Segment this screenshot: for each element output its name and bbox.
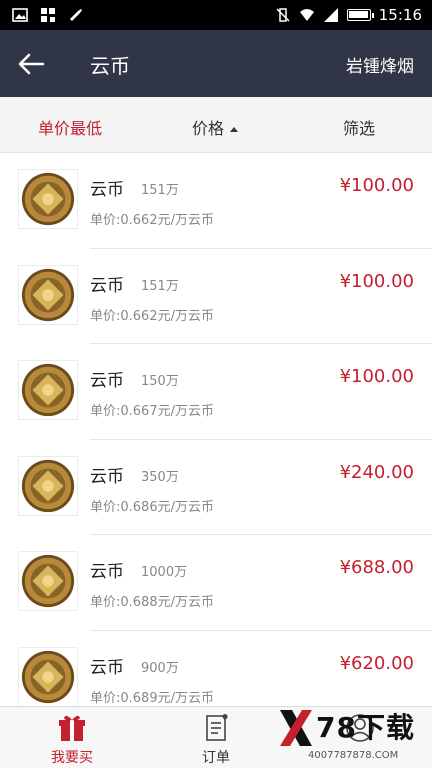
- sort-bar: 单价最低 价格 筛选: [0, 97, 432, 153]
- coin-icon: [18, 169, 78, 229]
- item-unit-price: 单价:0.667元/万云币: [90, 404, 214, 419]
- image-notification-icon: [12, 8, 28, 22]
- item-unit-price: 单价:0.662元/万云币: [90, 213, 214, 228]
- item-name: 云币: [90, 275, 124, 296]
- watermark-phone: 4007787878.COM: [308, 750, 399, 761]
- item-quantity: 350万: [141, 469, 179, 485]
- watermark-brand: 78下载: [316, 711, 415, 744]
- item-price: ¥100.00: [339, 366, 414, 387]
- order-list-icon: [206, 714, 228, 741]
- tool-icon: [70, 9, 82, 21]
- coin-icon: [18, 551, 78, 611]
- tab-buy-label: 我要买: [51, 750, 93, 766]
- wifi-icon: [299, 9, 314, 21]
- x-logo-icon: [280, 710, 312, 746]
- qr-code-icon: [41, 8, 55, 22]
- sort-lowest-unit-price[interactable]: 单价最低: [38, 115, 102, 139]
- list-item[interactable]: 云币 350万 ¥240.00 单价:0.686元/万云币: [0, 440, 432, 535]
- item-price: ¥100.00: [339, 175, 414, 196]
- item-unit-price: 单价:0.686元/万云币: [90, 499, 214, 515]
- item-quantity: 151万: [141, 278, 179, 294]
- coin-icon: [18, 264, 78, 325]
- status-bar: 15:16: [0, 0, 432, 30]
- status-time: 15:16: [378, 6, 422, 24]
- vibrate-off-icon: [276, 8, 290, 22]
- list-item[interactable]: 云币 1000万 ¥688.00 单价:0.688元/万云币: [0, 535, 432, 631]
- list-item[interactable]: 云币 151万 ¥100.00 单价:0.662元/万云币: [0, 249, 432, 344]
- page-title: 云币: [90, 54, 130, 78]
- gift-icon: [59, 715, 85, 741]
- list-item[interactable]: 云币 150万 ¥100.00 单价:0.667元/万云币: [0, 344, 432, 440]
- item-unit-price: 单价:0.662元/万云币: [90, 308, 214, 324]
- coin-icon: [18, 360, 78, 420]
- tab-buy[interactable]: 我要买: [0, 707, 144, 768]
- item-quantity: 900万: [141, 660, 179, 676]
- listing: 云币 151万 ¥100.00 单价:0.662元/万云币 云币 151万 ¥1…: [0, 153, 432, 706]
- battery-icon: [346, 9, 374, 21]
- item-quantity: 1000万: [141, 565, 188, 580]
- coin-icon: [18, 646, 78, 706]
- app-header: 云币 岩锺烽烟: [0, 30, 432, 97]
- signal-icon: [323, 8, 338, 22]
- list-item[interactable]: 云币 900万 ¥620.00 单价:0.689元/万云币: [0, 631, 432, 706]
- server-selector[interactable]: 岩锺烽烟: [346, 52, 414, 77]
- item-quantity: 151万: [141, 183, 179, 198]
- tab-orders-label: 订单: [202, 750, 230, 766]
- watermark: 78下载 4007787878.COM: [278, 706, 428, 766]
- list-item[interactable]: 云币 151万 ¥100.00 单价:0.662元/万云币: [0, 153, 432, 249]
- sort-price[interactable]: 价格: [192, 115, 239, 139]
- filter-button[interactable]: 筛选: [343, 115, 375, 139]
- item-name: 云币: [90, 371, 124, 391]
- item-price: ¥240.00: [339, 461, 414, 483]
- sort-up-arrow-icon: [230, 127, 239, 132]
- back-arrow-icon[interactable]: [15, 48, 47, 80]
- tab-orders[interactable]: 订单: [144, 707, 288, 768]
- item-price: ¥620.00: [339, 652, 414, 674]
- item-unit-price: 单价:0.689元/万云币: [90, 690, 214, 706]
- item-name: 云币: [90, 657, 124, 678]
- item-price: ¥100.00: [339, 270, 414, 292]
- item-quantity: 150万: [141, 374, 179, 389]
- item-name: 云币: [90, 562, 124, 582]
- item-name: 云币: [90, 180, 124, 200]
- item-price: ¥688.00: [339, 557, 414, 578]
- item-unit-price: 单价:0.688元/万云币: [90, 595, 214, 610]
- sort-price-label: 价格: [192, 119, 225, 138]
- coin-icon: [18, 455, 78, 516]
- item-name: 云币: [90, 466, 124, 487]
